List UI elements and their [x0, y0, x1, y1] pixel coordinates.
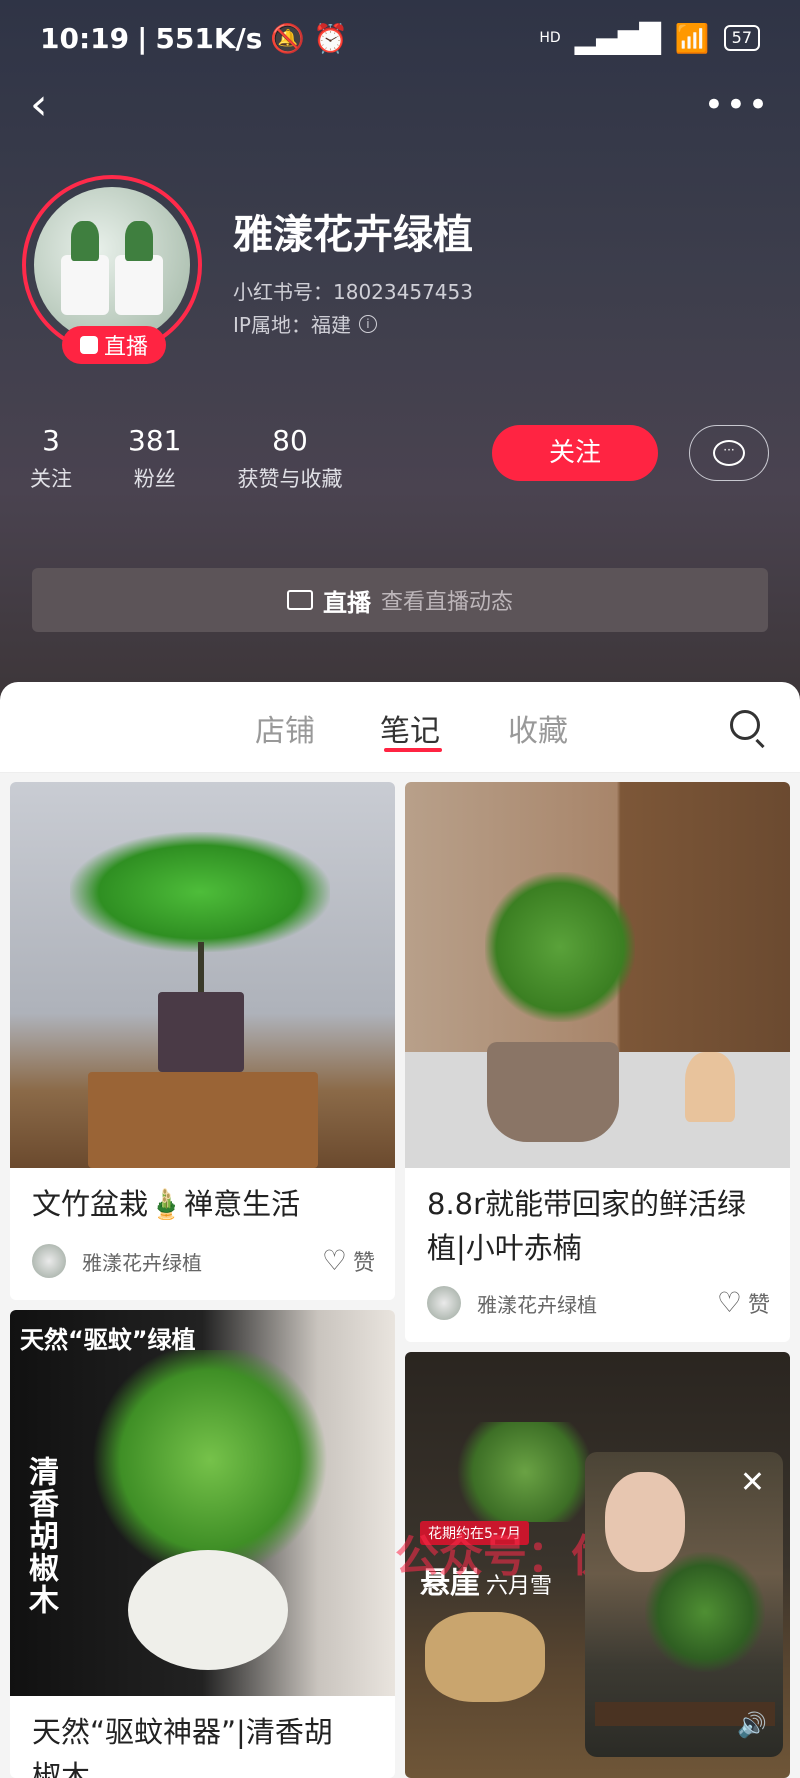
- message-button[interactable]: ···: [689, 425, 769, 481]
- note-title: 文竹盆栽🎍禅意生活: [32, 1187, 301, 1221]
- note-image: [405, 782, 790, 1168]
- stat-likes-collects[interactable]: 80 获赞与收藏: [237, 424, 342, 493]
- floating-video-player[interactable]: ✕ 🔊: [585, 1452, 783, 1757]
- note-author[interactable]: 雅漾花卉绿植: [32, 1244, 202, 1278]
- profile-stats: 3 关注 381 粉丝 80 获赞与收藏: [30, 424, 398, 493]
- tab-shop[interactable]: 店铺: [255, 706, 315, 750]
- heart-icon: ♡: [716, 1286, 742, 1319]
- like-button[interactable]: ♡ 赞: [717, 1286, 770, 1319]
- follow-button[interactable]: 关注: [492, 425, 658, 481]
- heart-icon: ♡: [321, 1244, 347, 1277]
- camera-icon: [286, 590, 313, 610]
- stat-following[interactable]: 3 关注: [30, 424, 72, 493]
- content-tabs: 店铺 笔记 收藏: [0, 682, 800, 773]
- stat-followers[interactable]: 381 粉丝: [128, 424, 181, 493]
- profile-name: 雅漾花卉绿植: [233, 212, 473, 258]
- note-image: [10, 1310, 395, 1696]
- tab-collections[interactable]: 收藏: [508, 706, 568, 750]
- live-icon: [79, 336, 98, 354]
- sound-icon[interactable]: 🔊: [737, 1711, 767, 1739]
- live-entry-bar[interactable]: 直播 查看直播动态: [32, 568, 768, 632]
- ip-location: IP属地：福建 i: [233, 309, 377, 338]
- live-badge[interactable]: 直播: [62, 326, 166, 364]
- close-icon[interactable]: ✕: [740, 1468, 765, 1498]
- mute-icon: 🔕: [270, 21, 306, 55]
- wifi-icon: 📶: [674, 21, 710, 55]
- battery-icon: 57: [723, 25, 760, 51]
- note-author[interactable]: 雅漾花卉绿植: [427, 1286, 597, 1320]
- tab-notes[interactable]: 笔记: [380, 706, 440, 750]
- like-button[interactable]: ♡ 赞: [322, 1244, 375, 1277]
- avatar: [32, 1244, 66, 1278]
- note-vertical-text: 清香胡椒木: [23, 1456, 58, 1616]
- back-icon[interactable]: ‹: [30, 83, 48, 127]
- info-icon[interactable]: i: [358, 314, 377, 333]
- top-navigation: ‹ •••: [30, 80, 770, 130]
- note-card[interactable]: 8.8r就能带回家的鲜活绿 植|小叶赤楠 雅漾花卉绿植 ♡ 赞: [405, 782, 790, 1342]
- more-icon[interactable]: •••: [704, 85, 770, 125]
- red-id: 小红书号：18023457453: [233, 280, 473, 304]
- status-time: 10:19: [40, 21, 130, 55]
- active-tab-indicator: [384, 748, 442, 752]
- note-title: 天然“驱蚊神器”|清香胡 椒木: [32, 1715, 333, 1778]
- message-icon: ···: [713, 440, 745, 466]
- signal-icon: HD: [539, 30, 561, 46]
- note-overlay-text: 天然“驱蚊”绿植: [20, 1326, 196, 1354]
- note-image: [10, 782, 395, 1168]
- status-speed: 551K/s: [155, 21, 263, 55]
- alarm-icon: ⏰: [313, 21, 349, 55]
- status-bar: 10:19 | 551K/s 🔕 ⏰ HD ▂▄▆█ 📶 57: [40, 18, 760, 58]
- search-icon[interactable]: [730, 710, 760, 740]
- note-card[interactable]: 文竹盆栽🎍禅意生活 雅漾花卉绿植 ♡ 赞: [10, 782, 395, 1300]
- avatar: [427, 1286, 461, 1320]
- note-title: 8.8r就能带回家的鲜活绿 植|小叶赤楠: [427, 1187, 747, 1265]
- signal-bars-icon: ▂▄▆█: [574, 21, 661, 55]
- note-card[interactable]: 天然“驱蚊”绿植 天然“驱蚊神器”|清香胡 椒木: [10, 1310, 395, 1778]
